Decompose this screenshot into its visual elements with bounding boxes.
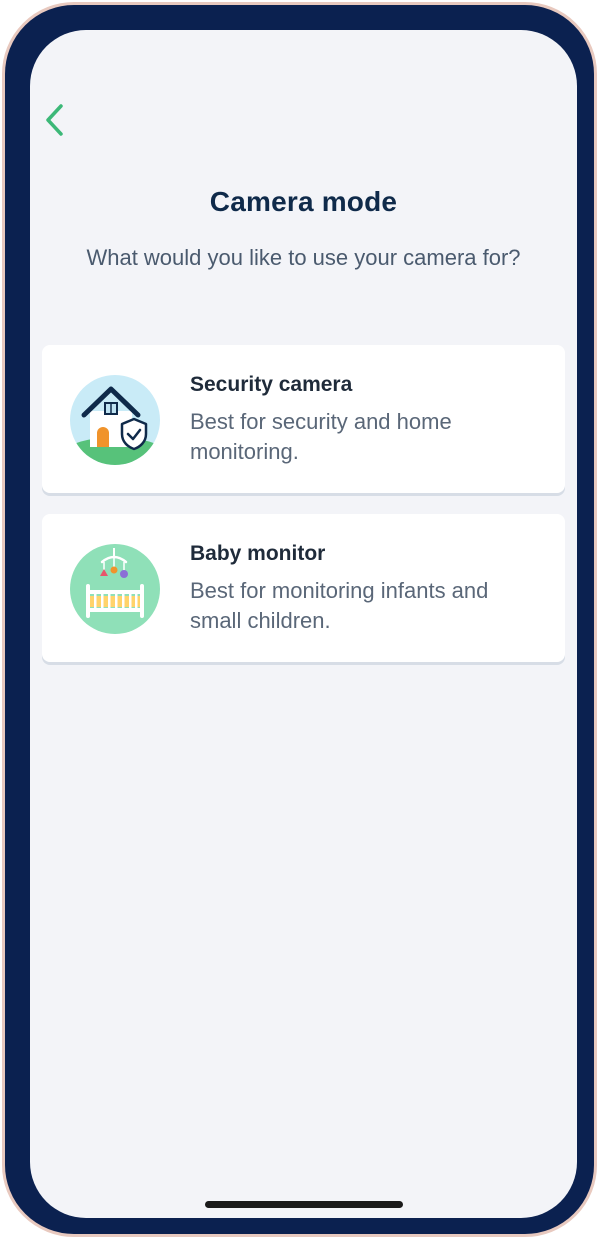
house-shield-icon bbox=[70, 375, 160, 465]
back-button[interactable] bbox=[38, 100, 72, 140]
page-title: Camera mode bbox=[209, 186, 398, 217]
option-description: Best for monitoring infants and small ch… bbox=[190, 578, 489, 633]
chevron-left-icon bbox=[46, 104, 63, 136]
option-title: Security camera bbox=[190, 373, 353, 396]
option-description: Best for security and home monitoring. bbox=[190, 409, 452, 464]
page-subtitle: What would you like to use your camera f… bbox=[86, 245, 521, 270]
baby-monitor-option[interactable]: Baby monitor Best for monitoring infants… bbox=[42, 514, 565, 662]
phone-frame: Camera mode What would you like to use y… bbox=[2, 2, 597, 1237]
option-title: Baby monitor bbox=[190, 542, 326, 565]
home-indicator[interactable] bbox=[205, 1201, 403, 1208]
security-camera-option[interactable]: Security camera Best for security and ho… bbox=[42, 345, 565, 493]
app-screen: Camera mode What would you like to use y… bbox=[30, 30, 577, 1218]
crib-icon bbox=[70, 544, 160, 634]
